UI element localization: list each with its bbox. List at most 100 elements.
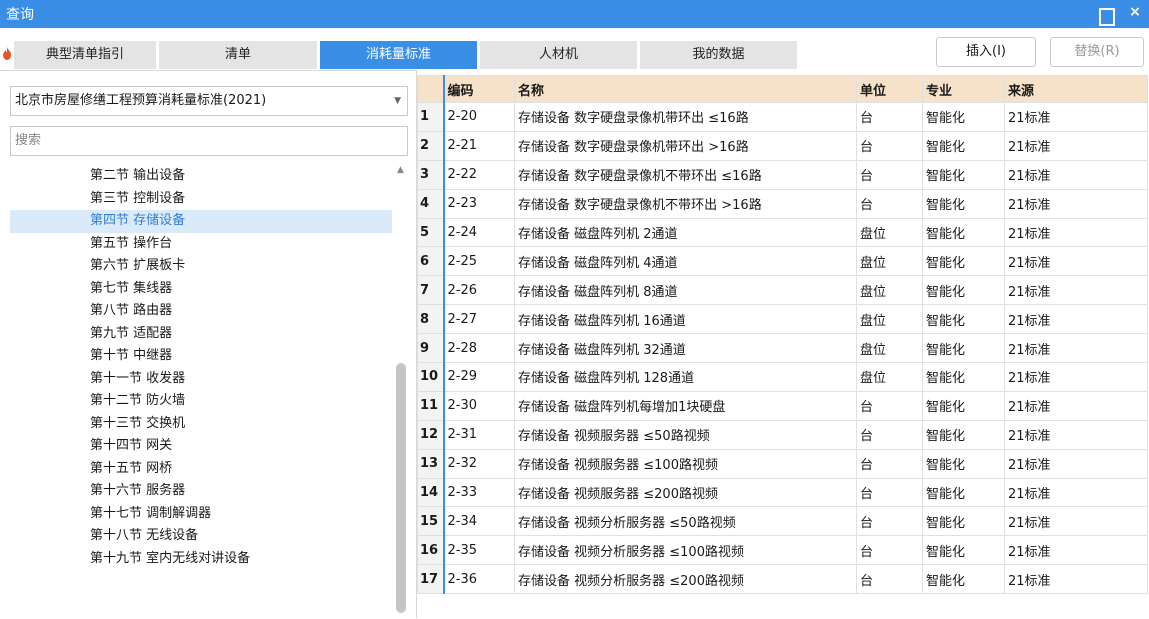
table-body: 1 2-20 存储设备 数字硬盘录像机带环出 ≤16路台智能化 21标准 2 2-21 存储…	[417, 102, 1148, 595]
cell-unit: 盘位	[856, 275, 923, 306]
cell-unit: 台	[856, 564, 923, 595]
cell-name: 存储设备 视频分析服务器 ≤200路视频	[514, 564, 857, 595]
cell-source: 21标准	[1004, 477, 1148, 508]
column-header-code[interactable]: 编码	[443, 75, 515, 103]
tree-item[interactable]: 第十三节 交换机	[10, 413, 392, 436]
table-row[interactable]: 12 2-31 存储设备 视频服务器 ≤50路视频台智能化 21标准	[417, 419, 1148, 450]
cell-specialty: 智能化	[922, 246, 1005, 277]
table-row[interactable]: 3 2-22 存储设备 数字硬盘录像机不带环出 ≤16路台智能化 21标准	[417, 159, 1148, 190]
table-row[interactable]: 9 2-28 存储设备 磁盘阵列机 32通道 盘位 智能化 21标准	[417, 333, 1148, 364]
cell-source: 21标准	[1004, 564, 1148, 595]
table-row[interactable]: 13 2-32 存储设备 视频服务器 ≤100路视频台智能化 21标准	[417, 448, 1148, 479]
tab-my-data[interactable]: 我的数据	[640, 41, 797, 69]
tree-item[interactable]: 第八节 路由器	[10, 300, 392, 323]
tree-item[interactable]: 第十四节 网关	[10, 435, 392, 458]
row-number: 3	[417, 159, 445, 190]
standard-select[interactable]: 北京市房屋修缮工程预算消耗量标准(2021) ▼	[10, 86, 408, 116]
tree-scrollbar[interactable]: ▲	[394, 163, 408, 619]
cell-specialty: 智能化	[922, 304, 1005, 335]
table-row[interactable]: 15 2-34 存储设备 视频分析服务器 ≤50路视频台智能化 21标准	[417, 506, 1148, 537]
cell-code: 2-35	[443, 535, 515, 566]
tree-item[interactable]: 第十一节 收发器	[10, 368, 392, 391]
results-table: 编码 名称 单位 专业 来源 1 2-20 存储设备 数字硬盘录像机带环出 ≤16路…	[417, 75, 1148, 595]
row-number: 8	[417, 304, 445, 335]
cell-code: 2-26	[443, 275, 515, 306]
tab-consumption-standard[interactable]: 消耗量标准	[320, 41, 477, 69]
column-header-specialty[interactable]: 专业	[922, 75, 1005, 103]
cell-specialty: 智能化	[922, 419, 1005, 450]
table-row[interactable]: 14 2-33 存储设备 视频服务器 ≤200路视频台智能化 21标准	[417, 477, 1148, 508]
cell-unit: 盘位	[856, 333, 923, 364]
cell-name: 存储设备 视频服务器 ≤100路视频	[514, 448, 857, 479]
table-row[interactable]: 1 2-20 存储设备 数字硬盘录像机带环出 ≤16路台智能化 21标准	[417, 102, 1148, 132]
cell-specialty: 智能化	[922, 390, 1005, 421]
chapter-tree: 第二节 输出设备 第三节 控制设备 第四节 存储设备 第五节 操作台 第六节 扩…	[10, 165, 392, 619]
table-row[interactable]: 17 2-36 存储设备 视频分析服务器 ≤200路视频台智能化 21标准	[417, 564, 1148, 595]
tab-typical-list-guide[interactable]: 典型清单指引	[14, 41, 156, 69]
restore-icon[interactable]	[1099, 3, 1115, 26]
table-row[interactable]: 5 2-24 存储设备 磁盘阵列机 2通道 盘位 智能化 21标准	[417, 217, 1148, 248]
search-input[interactable]: 搜索	[10, 126, 408, 156]
tree-item[interactable]: 第十五节 网桥	[10, 458, 392, 481]
column-header-source[interactable]: 来源	[1004, 75, 1148, 103]
tree-item[interactable]: 第十七节 调制解调器	[10, 503, 392, 526]
tree-item[interactable]: 第十节 中继器	[10, 345, 392, 368]
row-number: 10	[417, 362, 445, 392]
table-row[interactable]: 11 2-30 存储设备 磁盘阵列机每增加1块硬盘台智能化 21标准	[417, 390, 1148, 421]
cell-unit: 台	[856, 477, 923, 508]
table-row[interactable]: 7 2-26 存储设备 磁盘阵列机 8通道 盘位 智能化 21标准	[417, 275, 1148, 306]
tree-item[interactable]: 第七节 集线器	[10, 278, 392, 301]
table-row[interactable]: 4 2-23 存储设备 数字硬盘录像机不带环出 >16路台智能化 21标准	[417, 188, 1148, 219]
cell-unit: 台	[856, 102, 923, 132]
column-header-name[interactable]: 名称	[514, 75, 857, 103]
cell-source: 21标准	[1004, 217, 1148, 248]
cell-code: 2-33	[443, 477, 515, 508]
cell-code: 2-32	[443, 448, 515, 479]
tree-item[interactable]: 第三节 控制设备	[10, 188, 392, 211]
row-number: 5	[417, 217, 445, 248]
tree-item[interactable]: 第六节 扩展板卡	[10, 255, 392, 278]
tree-item[interactable]: 第十九节 室内无线对讲设备	[10, 548, 392, 571]
table-row[interactable]: 8 2-27 存储设备 磁盘阵列机 16通道 盘位 智能化 21标准	[417, 304, 1148, 335]
cell-source: 21标准	[1004, 333, 1148, 364]
table-row[interactable]: 6 2-25 存储设备 磁盘阵列机 4通道 盘位 智能化 21标准	[417, 246, 1148, 277]
replace-button[interactable]: 替换(R)	[1050, 37, 1144, 67]
cell-name: 存储设备 视频分析服务器 ≤50路视频	[514, 506, 857, 537]
tree-item[interactable]: 第十六节 服务器	[10, 480, 392, 503]
cell-unit: 台	[856, 390, 923, 421]
tab-list[interactable]: 清单	[159, 41, 317, 69]
cell-specialty: 智能化	[922, 159, 1005, 190]
cell-code: 2-22	[443, 159, 515, 190]
table-row[interactable]: 16 2-35 存储设备 视频分析服务器 ≤100路视频台智能化 21标准	[417, 535, 1148, 566]
close-icon[interactable]: ×	[1127, 3, 1143, 21]
table-row[interactable]: 2 2-21 存储设备 数字硬盘录像机带环出 >16路台智能化 21标准	[417, 130, 1148, 161]
chevron-down-icon[interactable]: ▼	[394, 87, 401, 115]
cell-specialty: 智能化	[922, 362, 1005, 392]
insert-button[interactable]: 插入(I)	[936, 37, 1036, 67]
cell-source: 21标准	[1004, 304, 1148, 335]
cell-name: 存储设备 磁盘阵列机 128通道	[514, 362, 857, 392]
cell-unit: 盘位	[856, 217, 923, 248]
column-header-unit[interactable]: 单位	[856, 75, 923, 103]
row-number: 12	[417, 419, 445, 450]
tree-item[interactable]: 第十八节 无线设备	[10, 525, 392, 548]
tree-item-selected[interactable]: 第四节 存储设备	[10, 210, 392, 233]
scroll-thumb[interactable]	[396, 363, 406, 613]
cell-source: 21标准	[1004, 130, 1148, 161]
tree-item[interactable]: 第十二节 防火墙	[10, 390, 392, 413]
cell-code: 2-25	[443, 246, 515, 277]
cell-source: 21标准	[1004, 188, 1148, 219]
cell-source: 21标准	[1004, 159, 1148, 190]
cell-unit: 台	[856, 506, 923, 537]
tree-item[interactable]: 第五节 操作台	[10, 233, 392, 256]
cell-name: 存储设备 磁盘阵列机 4通道	[514, 246, 857, 277]
row-number: 1	[417, 102, 445, 132]
table-row[interactable]: 10 2-29 存储设备 磁盘阵列机 128通道 盘位 智能化 21标准	[417, 362, 1148, 392]
tree-item[interactable]: 第二节 输出设备	[10, 165, 392, 188]
cell-name: 存储设备 磁盘阵列机 2通道	[514, 217, 857, 248]
scroll-up-icon[interactable]: ▲	[397, 165, 404, 175]
tree-item[interactable]: 第九节 适配器	[10, 323, 392, 346]
row-number: 11	[417, 390, 445, 421]
tab-labor-material-machine[interactable]: 人材机	[480, 41, 637, 69]
row-number: 4	[417, 188, 445, 219]
